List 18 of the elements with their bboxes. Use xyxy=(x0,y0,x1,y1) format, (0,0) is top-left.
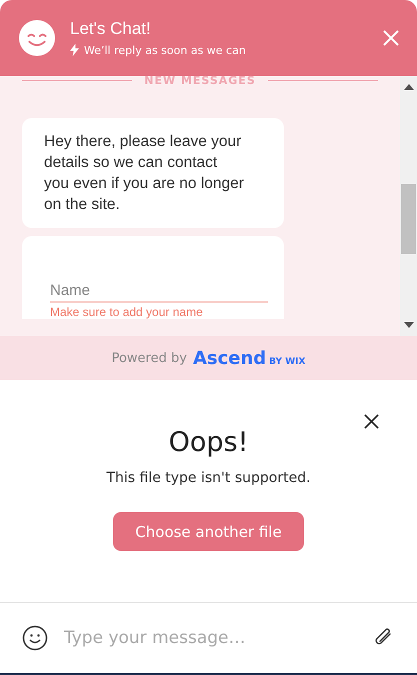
scroll-up-arrow-icon[interactable] xyxy=(404,84,414,90)
reply-time-text: We’ll reply as soon as we can xyxy=(84,44,246,56)
scrollbar-thumb[interactable] xyxy=(401,184,416,254)
lightning-icon xyxy=(70,43,79,57)
new-messages-label: NEW MESSAGES xyxy=(144,74,256,86)
choose-file-button[interactable]: Choose another file xyxy=(113,512,304,551)
error-text: Make sure to add your name xyxy=(50,304,204,319)
scrollbar[interactable] xyxy=(400,76,417,336)
brand-logo[interactable]: Ascend BY WIX xyxy=(192,348,306,368)
message-bubble: Hey there, please leave your details so we can contact you even if you are no longer on the site. xyxy=(22,118,284,228)
dialog-message: This file type isn't supported. xyxy=(106,470,311,486)
scroll-down-arrow-icon[interactable] xyxy=(404,322,414,328)
smiley-avatar-icon xyxy=(18,19,56,57)
powered-by-text: Powered by xyxy=(112,350,187,366)
dialog-title: Oops! xyxy=(168,427,248,458)
chat-title: Let's Chat! xyxy=(70,19,152,39)
close-icon[interactable] xyxy=(364,414,379,429)
smiley-icon[interactable] xyxy=(22,625,48,651)
